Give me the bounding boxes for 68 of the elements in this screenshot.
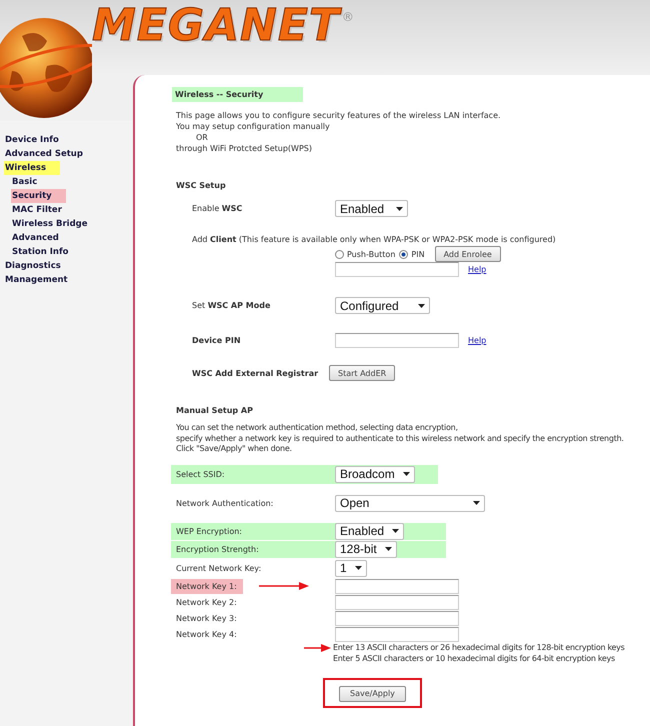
field-label: Current Network Key: [176, 564, 262, 572]
network-key-field[interactable] [335, 610, 459, 626]
dropdown[interactable]: 1 [335, 560, 367, 576]
field-label: Network Key 1: [171, 578, 243, 594]
intro-text: OR [195, 132, 209, 143]
add-enrolee-button[interactable]: Add Enrolee [434, 246, 501, 262]
radio-label: PIN [411, 250, 425, 258]
field-label: Network Authentication: [176, 498, 274, 508]
nav-link[interactable]: Advanced [11, 231, 61, 245]
nav-link[interactable]: MAC Filter [11, 203, 64, 217]
caret-icon [392, 529, 400, 533]
radio-button[interactable] [335, 250, 344, 258]
intro-text: Click "Save/Apply" when done. [176, 444, 293, 454]
caret-icon [402, 472, 410, 476]
dropdown[interactable]: 128-bit [335, 540, 397, 558]
dropdown[interactable]: Broadcom [335, 466, 415, 482]
radio-label: Push-Button [347, 250, 396, 258]
field-label: WSC Add External Registrar [192, 368, 320, 378]
intro-text: This page allows you to configure security features of the wireless LAN interface. [176, 110, 502, 121]
page-title: Wireless -- Security [172, 87, 303, 102]
field-label: Enable WSC [192, 204, 244, 213]
nav-link[interactable]: Wireless Bridge [11, 217, 90, 231]
field-label: Network Key 2: [176, 598, 238, 606]
field-label: Encryption Strength: [176, 544, 260, 554]
pin-field[interactable] [335, 333, 459, 348]
nav-link[interactable]: Advanced Setup [4, 147, 85, 161]
caret-icon [384, 547, 392, 551]
field-label: Network Key 4: [176, 630, 238, 638]
network-key-field[interactable] [335, 594, 459, 610]
caret-icon [473, 501, 480, 505]
network-key-field[interactable] [335, 626, 459, 642]
intro-text: You may setup configuration manually [176, 121, 331, 132]
caret-icon [354, 566, 362, 570]
nav-link[interactable]: Security [11, 189, 66, 203]
field-label: WEP Encryption: [176, 526, 243, 536]
dropdown[interactable]: Enabled [335, 200, 408, 217]
help-link[interactable]: Help [468, 336, 486, 345]
field-label: Select SSID: [176, 470, 226, 478]
field-label: Add Client (This feature is available only when WPA-PSK or WPA2-PSK mode is configured) [192, 235, 556, 244]
nav-link[interactable]: Station Info [11, 245, 70, 259]
radio-button[interactable] [399, 250, 408, 258]
dropdown[interactable]: Enabled [335, 522, 404, 540]
nav-link[interactable]: Basic [11, 175, 40, 189]
intro-text: specify whether a network key is required to authenticate to this wireless network and specify the encryption strength. [176, 434, 625, 444]
nav-link[interactable]: Management [4, 273, 70, 287]
nav-link[interactable]: Device Info [4, 133, 61, 147]
intro-text: through WiFi Protcted Setup(WPS) [176, 143, 313, 154]
field-label: Set WSC AP Mode [192, 301, 272, 310]
field-label: Device PIN [192, 336, 242, 345]
hint-text: Enter 13 ASCII characters or 26 hexadecimal digits for 128-bit encryption keys [333, 642, 624, 652]
registered-mark: ® [342, 10, 354, 24]
help-link[interactable]: Help [468, 265, 486, 274]
pin-field[interactable] [335, 262, 459, 277]
network-key-field[interactable] [335, 578, 459, 594]
caret-icon [418, 304, 425, 308]
dropdown[interactable]: Configured [335, 297, 430, 314]
field-label: Network Key 3: [176, 614, 238, 622]
intro-text: You can set the network authentication method, selecting data encryption, [176, 423, 459, 434]
start-adder-button[interactable]: Start AddER [329, 365, 396, 381]
section-heading: Manual Setup AP [176, 406, 254, 415]
dropdown[interactable]: Open [335, 494, 485, 512]
logo-text: MEGANET [92, 4, 340, 48]
caret-icon [396, 206, 403, 210]
save-apply-button[interactable]: Save/Apply [339, 686, 406, 702]
section-heading: WSC Setup [176, 181, 227, 190]
hint-text: Enter 5 ASCII characters or 10 hexadecimal digits for 64-bit encryption keys [333, 652, 616, 664]
nav-link[interactable]: Diagnostics [4, 259, 63, 273]
nav-link[interactable]: Wireless [4, 161, 60, 175]
